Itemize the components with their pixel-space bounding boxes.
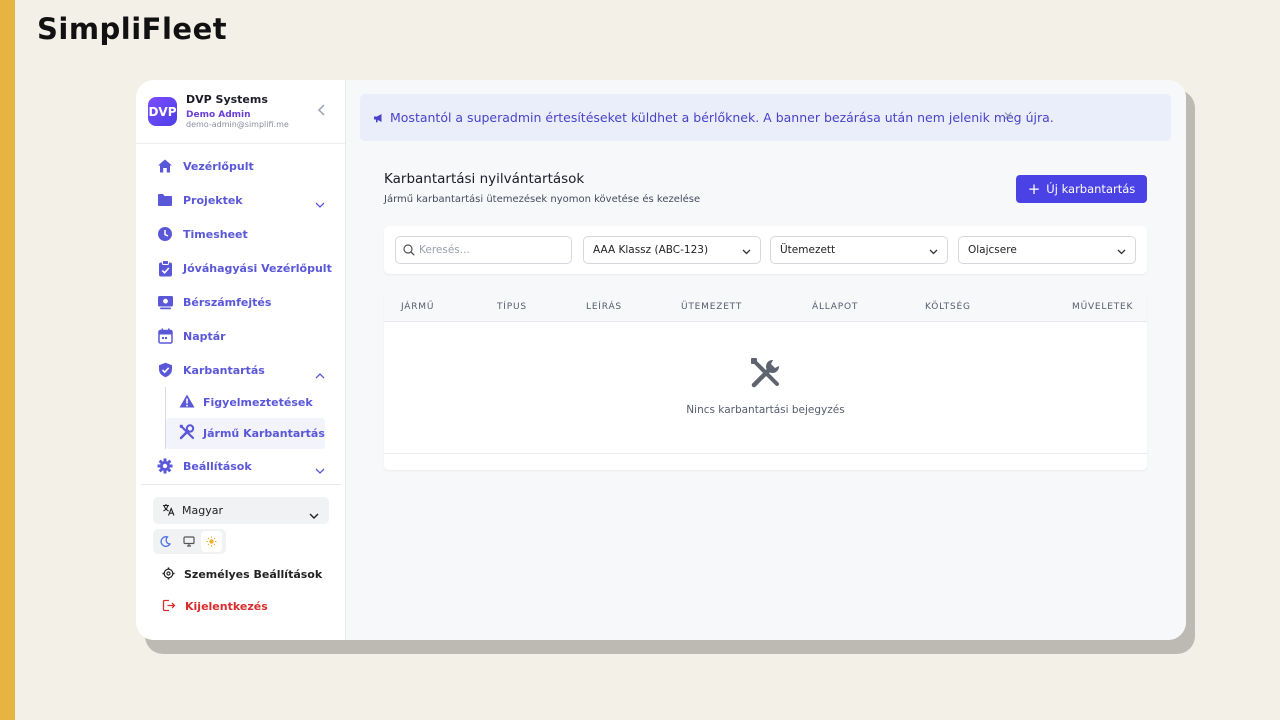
sidebar-item-label: Karbantartás [183,363,265,377]
collapse-sidebar-icon[interactable] [317,104,327,120]
column-header[interactable]: JÁRMŰ [401,302,434,312]
sidebar: DVP DVP Systems Demo Admin demo-admin@si… [136,80,346,640]
new-maintenance-label: Új karbantartás [1046,182,1136,196]
column-header[interactable]: KÖLTSÉG [925,302,971,312]
filter-bar: AAA Klassz (ABC-123) Ütemezett Olajcsere [384,226,1147,274]
account-switcher[interactable]: DVP DVP Systems Demo Admin demo-admin@si… [136,80,345,144]
left-accent-strip [0,0,15,720]
chevron-down-icon [315,194,325,213]
logout-icon [162,597,176,616]
sun-icon [206,536,217,547]
close-icon[interactable]: ✕ [1003,109,1013,123]
shield-check-icon [156,361,174,379]
chevron-up-icon [315,364,325,383]
column-header[interactable]: MŰVELETEK [1072,302,1133,312]
language-value: Magyar [182,504,223,517]
chevron-down-icon [1117,246,1126,258]
search-box [395,236,572,264]
type-filter-value: Olajcsere [968,244,1017,256]
column-header[interactable]: TÍPUS [497,302,527,312]
search-icon [403,241,415,260]
sidebar-nav: Vezérlőpult Projektek Timesheet Jóváhagy… [136,144,345,483]
sidebar-item-label: Beállítások [183,459,252,473]
sidebar-item-projects[interactable]: Projektek [136,183,345,217]
maintenance-submenu: Figyelmeztetések Jármű Karbantartás [165,387,345,449]
sidebar-item-label: Bérszámfejtés [183,295,272,309]
page-title: Karbantartási nyilvántartások [384,171,585,187]
type-filter-select[interactable]: Olajcsere [958,236,1136,264]
sidebar-item-approval-dashboard[interactable]: Jóváhagyási Vezérlőpult [136,251,345,285]
chevron-down-icon [315,460,325,479]
translate-icon [162,501,175,520]
sidebar-footer: Magyar Személyes Beállítások Kijelentkez… [136,484,346,622]
app-window: DVP DVP Systems Demo Admin demo-admin@si… [136,80,1186,640]
empty-state-text: Nincs karbantartási bejegyzés [686,404,845,416]
sidebar-item-payroll[interactable]: Bérszámfejtés [136,285,345,319]
user-email: demo-admin@simplifi.me [186,119,289,129]
system-mode-button[interactable] [178,531,199,552]
language-select[interactable]: Magyar [153,497,329,524]
megaphone-icon [373,108,383,127]
chevron-down-icon [929,246,938,258]
main-content: Mostantól a superadmin értesítéseket kül… [346,80,1186,640]
logout-link[interactable]: Kijelentkezés [136,590,346,622]
folder-icon [156,191,174,209]
sidebar-item-maintenance[interactable]: Karbantartás [136,353,345,387]
table-header: JÁRMŰ TÍPUS LEÍRÁS ÜTEMEZETT ÁLLAPOT KÖL… [384,292,1147,322]
vehicle-filter-value: AAA Klassz (ABC-123) [593,244,709,256]
user-role: Demo Admin [186,109,251,120]
home-icon [156,157,174,175]
gear-outline-icon [162,565,175,584]
tools-icon [179,423,195,444]
sidebar-item-label: Figyelmeztetések [203,396,313,409]
column-header[interactable]: ÜTEMEZETT [681,302,742,312]
personal-settings-label: Személyes Beállítások [184,567,323,581]
sidebar-item-dashboard[interactable]: Vezérlőpult [136,149,345,183]
logout-label: Kijelentkezés [185,599,268,613]
wrench-screwdriver-icon [749,356,783,394]
table-footer-divider [384,453,1147,454]
personal-settings-link[interactable]: Személyes Beállítások [136,558,346,590]
chevron-down-icon [742,246,751,258]
sidebar-item-label: Vezérlőpult [183,159,254,173]
clipboard-check-icon [156,259,174,277]
column-header[interactable]: LEÍRÁS [586,302,622,312]
calendar-icon [156,327,174,345]
sidebar-item-label: Timesheet [183,227,248,241]
theme-switcher [153,529,226,554]
sidebar-item-calendar[interactable]: Naptár [136,319,345,353]
sidebar-item-label: Naptár [183,329,226,343]
brand-title: SimpliFleet [37,12,228,46]
sidebar-item-timesheet[interactable]: Timesheet [136,217,345,251]
sidebar-item-vehicle-maintenance[interactable]: Jármű Karbantartás [166,418,325,449]
banner-text: Mostantól a superadmin értesítéseket kül… [390,110,1054,125]
sidebar-item-label: Jármű Karbantartás [203,427,325,440]
sidebar-item-settings[interactable]: Beállítások [136,449,345,483]
dark-mode-button[interactable] [155,531,176,552]
vehicle-filter-select[interactable]: AAA Klassz (ABC-123) [583,236,761,264]
status-filter-select[interactable]: Ütemezett [770,236,948,264]
light-mode-button[interactable] [201,531,222,552]
sidebar-item-alerts[interactable]: Figyelmeztetések [166,387,325,418]
company-logo: DVP [148,97,177,126]
plus-icon: + [1027,179,1041,198]
sidebar-item-label: Jóváhagyási Vezérlőpult [183,261,332,275]
company-name: DVP Systems [186,92,268,106]
sidebar-item-label: Projektek [183,193,243,207]
new-maintenance-button[interactable]: + Új karbantartás [1016,175,1147,203]
announcement-banner: Mostantól a superadmin értesítéseket kül… [360,94,1171,141]
divider [141,484,341,485]
maintenance-table: JÁRMŰ TÍPUS LEÍRÁS ÜTEMEZETT ÁLLAPOT KÖL… [384,292,1147,470]
gear-icon [156,457,174,475]
page-subtitle: Jármű karbantartási ütemezések nyomon kö… [384,194,701,205]
warning-icon [179,393,195,412]
moon-icon [160,536,171,547]
status-filter-value: Ütemezett [780,244,836,256]
search-input[interactable] [419,244,559,256]
monitor-icon [182,536,195,547]
column-header[interactable]: ÁLLAPOT [812,302,858,312]
payroll-icon [156,293,174,311]
clock-icon [156,225,174,243]
chevron-down-icon [309,505,319,524]
